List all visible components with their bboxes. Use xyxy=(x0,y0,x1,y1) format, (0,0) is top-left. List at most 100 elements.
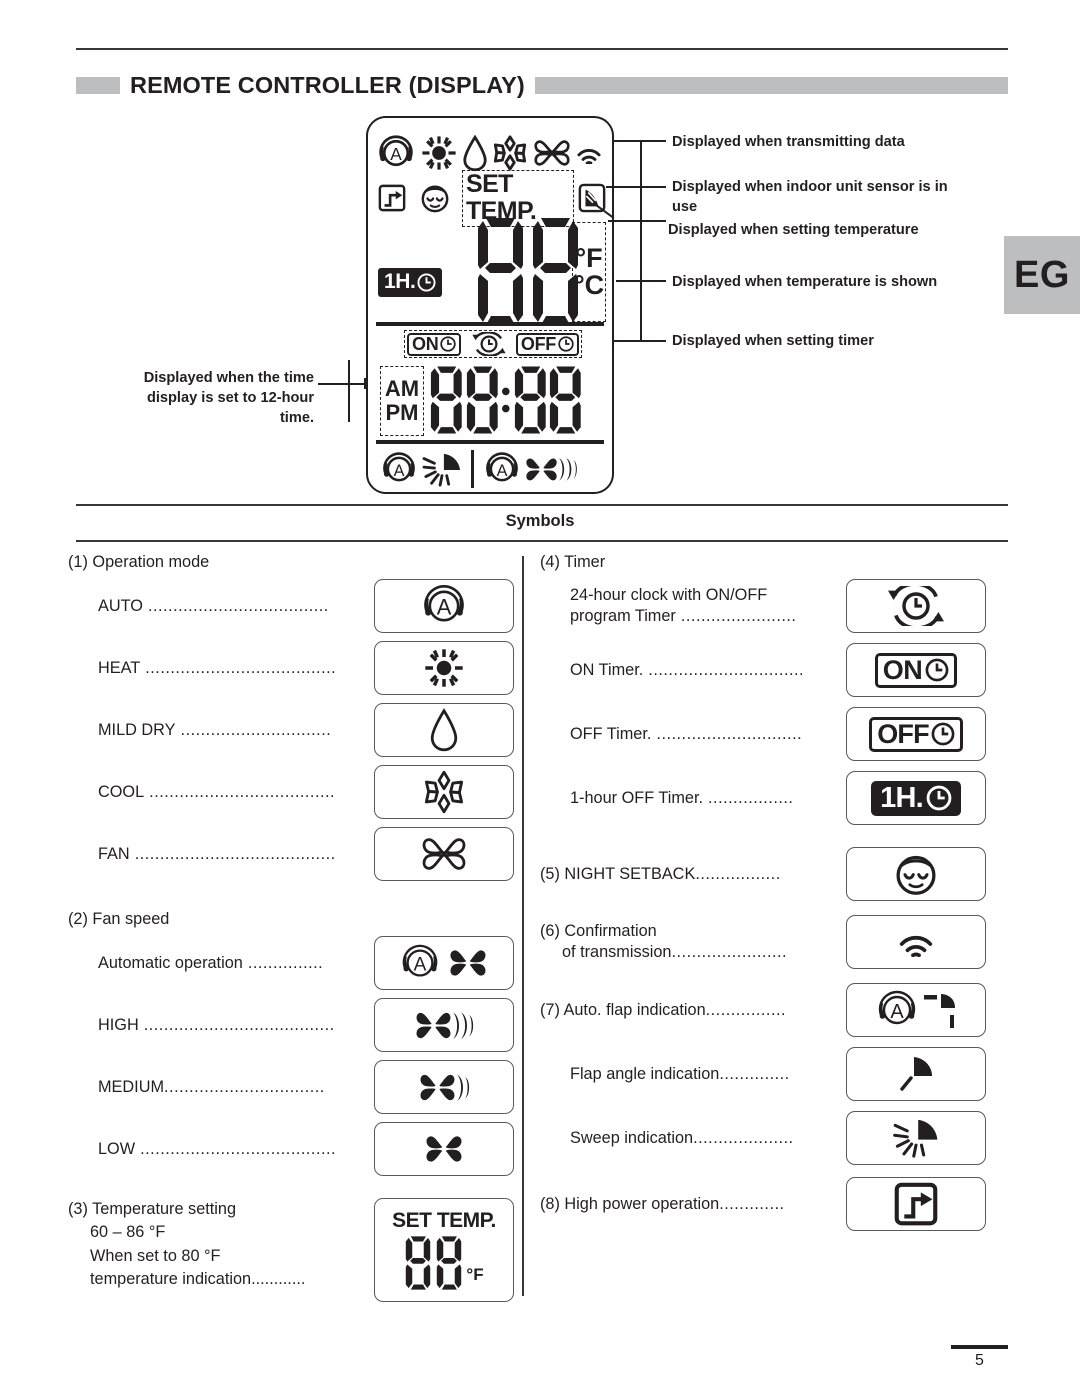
auto-flap-a-icon: A xyxy=(380,451,418,487)
leader-dots: ................................ xyxy=(164,1077,325,1096)
symbol-label-fan: FAN ....................................… xyxy=(98,844,374,865)
heat-sun-icon xyxy=(420,134,458,172)
symbol-box-auto-mode-icon: A xyxy=(374,579,514,634)
leader-dots: ............ xyxy=(251,1269,306,1288)
region-tab: EG xyxy=(1004,236,1080,314)
callout-temperature-shown: Displayed when temperature is shown xyxy=(672,274,938,290)
one-hour-text: 1H. xyxy=(880,781,924,814)
label-text: of transmission xyxy=(562,943,672,962)
lcd-ampm-indicator: AM PM xyxy=(380,366,424,436)
symbol-label-automatic-operation: Automatic operation ............... xyxy=(98,953,374,974)
group-heading-fan-speed: (2) Fan speed xyxy=(68,910,170,929)
label-text: OFF Timer. xyxy=(570,724,652,743)
label-text: Flap angle indication xyxy=(570,1064,720,1083)
svg-text:A: A xyxy=(390,144,402,164)
symbol-row-medium: MEDIUM................................ xyxy=(68,1060,514,1115)
label-text: Sweep indication xyxy=(570,1128,694,1147)
leader-h-12hour xyxy=(318,383,366,385)
lcd-one-hour-text: 1H. xyxy=(384,270,416,293)
label-text: MILD DRY xyxy=(98,720,176,739)
clock-icon xyxy=(417,272,437,292)
label-text: AUTO xyxy=(98,596,143,615)
leader-h-sensor xyxy=(606,186,666,188)
symbol-row-heat: HEAT ...................................… xyxy=(68,641,514,696)
symbol-label-off-timer: OFF Timer. ............................. xyxy=(570,724,846,745)
label-text-line1: (6) Confirmation xyxy=(540,922,657,941)
leader-dots: .................... xyxy=(693,1128,794,1147)
label-text: COOL xyxy=(98,782,145,801)
header-rule xyxy=(76,48,1008,50)
symbol-box-fan-low-icon xyxy=(374,1122,514,1177)
cool-snowflake-icon xyxy=(492,134,528,172)
symbol-box-off-timer-icon: OFF xyxy=(846,707,986,762)
symbol-row-auto-fan: Automatic operation ............... A xyxy=(68,936,514,991)
leader-dots: ....................... xyxy=(675,607,797,626)
lcd-bottom-divider xyxy=(471,450,474,488)
svg-text:A: A xyxy=(890,1001,904,1023)
symbol-row-on-timer: ON Timer. ..............................… xyxy=(540,643,986,698)
leader-dots: ........................................ xyxy=(129,844,336,863)
fan-icon xyxy=(532,136,572,170)
leader-dots: .............................. xyxy=(175,720,332,739)
symbol-row-one-hour-off-timer: 1-hour OFF Timer. ................. 1H. xyxy=(540,771,986,826)
lcd-unit-indicator: °F °C xyxy=(572,222,606,322)
symbol-box-fan-medium-icon xyxy=(374,1060,514,1115)
symbol-label-confirmation-transmission: (6) Confirmation of transmission........… xyxy=(540,921,846,963)
symbol-row-temperature-setting: (3) Temperature setting 60 – 86 °F When … xyxy=(68,1198,514,1303)
leader-dots: ............................... xyxy=(643,660,805,679)
symbol-row-fan: FAN ....................................… xyxy=(68,827,514,882)
callout-setting-temperature: Displayed when setting temperature xyxy=(668,222,919,238)
symbol-label-auto: AUTO ...................................… xyxy=(98,596,374,617)
symbol-label-high: HIGH ...................................… xyxy=(98,1015,374,1036)
temp-range: 60 – 86 °F xyxy=(90,1223,166,1242)
fan-high-icon xyxy=(523,451,579,487)
symbol-box-set-temp-display: SET TEMP. °F xyxy=(374,1198,514,1303)
lcd-clock-digits xyxy=(430,362,582,438)
symbol-row-mild-dry: MILD DRY .............................. xyxy=(68,703,514,758)
label-text: (5) NIGHT SETBACK xyxy=(540,864,696,883)
symbol-row-high-power: (8) High power operation............. xyxy=(540,1177,986,1232)
lcd-on-label: ON xyxy=(412,333,439,354)
sweep-icon xyxy=(422,451,462,487)
leader-dots: ....................... xyxy=(671,943,788,962)
symbol-label-flap-angle: Flap angle indication.............. xyxy=(570,1064,846,1085)
symbol-box-on-timer-icon: ON xyxy=(846,643,986,698)
leader-tick-12hour xyxy=(364,378,366,389)
lcd-off-timer-badge: OFF xyxy=(515,332,579,356)
symbols-header: Symbols xyxy=(505,512,575,530)
symbols-rule-bottom xyxy=(76,540,1008,542)
symbol-box-flap-angle-icon xyxy=(846,1047,986,1102)
group-heading-timer: (4) Timer xyxy=(540,553,606,571)
leader-h-transmit xyxy=(614,140,666,142)
lcd-off-label: OFF xyxy=(520,333,556,354)
auto-fan-a-icon: A xyxy=(483,451,521,487)
symbol-box-fan-icon xyxy=(374,827,514,882)
symbol-row-auto-flap: (7) Auto. flap indication...............… xyxy=(540,983,986,1038)
symbol-label-temperature-setting: (3) Temperature setting 60 – 86 °F When … xyxy=(68,1198,374,1291)
symbol-label-on-timer: ON Timer. ..............................… xyxy=(570,660,846,681)
set-temp-box-unit: °F xyxy=(466,1265,484,1285)
svg-text:A: A xyxy=(496,462,507,480)
footer-rule xyxy=(951,1345,1008,1349)
symbols-rule-top xyxy=(76,504,1008,506)
lcd-flap-fan-row: A A xyxy=(380,448,600,490)
leader-dots: ................. xyxy=(703,788,794,807)
leader-dots: ............................. xyxy=(651,724,803,743)
symbol-box-one-hour-off-timer-icon: 1H. xyxy=(846,771,986,826)
symbol-row-low: LOW ....................................… xyxy=(68,1122,514,1177)
leader-dots: ............. xyxy=(719,1194,785,1213)
symbols-left-column: (1) Operation mode AUTO ................… xyxy=(68,552,514,1303)
symbol-box-transmission-wave-icon xyxy=(846,915,986,970)
lcd-timer-indicator-row: ON OFF xyxy=(404,330,582,358)
leader-h-timer xyxy=(614,340,666,342)
symbol-label-auto-flap: (7) Auto. flap indication...............… xyxy=(540,1000,846,1021)
lcd-on-timer-badge: ON xyxy=(407,332,462,356)
lcd-temperature-digits xyxy=(476,216,580,328)
symbol-row-sweep: Sweep indication.................... xyxy=(540,1111,986,1166)
symbol-box-fan-high-icon xyxy=(374,998,514,1053)
leader-h-settemp xyxy=(608,220,666,222)
symbol-label-high-power: (8) High power operation............. xyxy=(540,1194,846,1215)
symbol-label-program-timer: 24-hour clock with ON/OFF program Timer … xyxy=(570,585,846,627)
symbol-box-auto-fan-icon: A xyxy=(374,936,514,991)
symbol-box-sweep-icon xyxy=(846,1111,986,1166)
